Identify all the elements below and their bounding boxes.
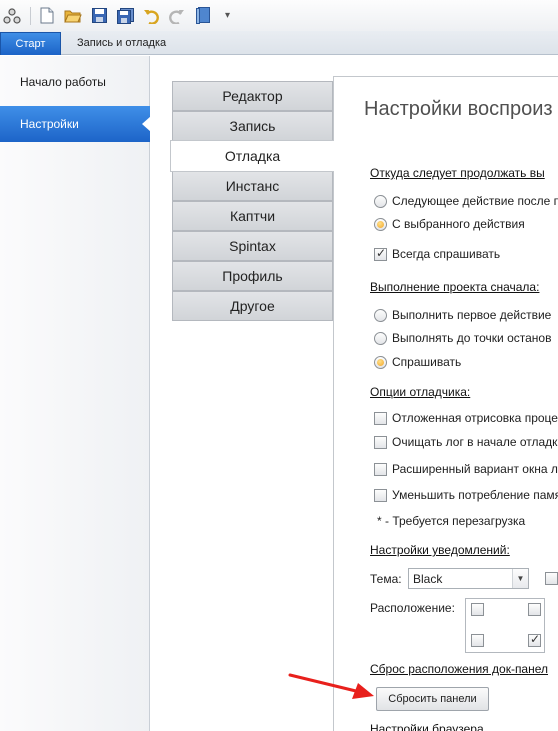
position-top-right-checkbox[interactable] [528, 603, 541, 616]
checkbox-always-ask[interactable]: Всегда спрашивать [374, 246, 500, 262]
save-icon[interactable] [89, 6, 109, 26]
checkbox[interactable] [374, 462, 387, 476]
sidebar-item-settings[interactable]: Настройки [0, 106, 151, 142]
sidebar-item-getting-started[interactable]: Начало работы [0, 64, 150, 100]
new-file-icon[interactable] [37, 6, 57, 26]
tab-start[interactable]: Старт [0, 32, 61, 55]
checkbox[interactable] [374, 246, 387, 261]
checkbox-label: Очищать лог в начале отладк [392, 435, 558, 449]
settings-panel: Настройки воспроиз Откуда следует продол… [333, 76, 558, 731]
radio-label: Выполнить первое действие [392, 308, 552, 322]
checkbox-clear-log[interactable]: Очищать лог в начале отладк [374, 434, 557, 450]
page-title: Настройки воспроиз [364, 98, 553, 120]
radio-button[interactable] [374, 308, 387, 322]
radio-button[interactable] [374, 355, 387, 369]
tab-instance[interactable]: Инстанс [172, 171, 333, 201]
network-icon[interactable] [2, 6, 22, 26]
checkbox-label: Всегда спрашивать [392, 247, 501, 261]
chevron-down-icon[interactable]: ▼ [512, 569, 528, 588]
save-all-icon[interactable] [115, 6, 135, 26]
reset-panels-button[interactable]: Сбросить панели [376, 687, 489, 711]
toolbar-separator [30, 6, 31, 25]
position-bottom-right-checkbox[interactable] [528, 632, 541, 647]
restart-section-heading: Выполнение проекта сначала: [370, 280, 540, 294]
tab-record-debug[interactable]: Запись и отладка [63, 32, 180, 55]
checkbox-deferred-render[interactable]: Отложенная отрисовка проце [374, 410, 558, 426]
checkbox-label: Уменьшить потребление памя [392, 488, 558, 502]
open-folder-icon[interactable] [63, 6, 83, 26]
notification-extra-checkbox[interactable] [545, 572, 558, 585]
radio-button[interactable] [374, 194, 387, 208]
theme-select[interactable]: Black ▼ [408, 568, 529, 589]
notification-position-grid [465, 598, 545, 653]
tab-recording[interactable]: Запись [172, 111, 333, 141]
checkbox-label: Расширенный вариант окна ло [392, 462, 558, 476]
checkbox[interactable] [374, 435, 387, 449]
redo-icon[interactable] [167, 6, 187, 26]
position-top-left-checkbox[interactable] [471, 603, 484, 616]
browser-section-heading: Настройки браузера [370, 722, 484, 731]
radio-ask[interactable]: Спрашивать [374, 354, 461, 370]
radio-label: С выбранного действия [392, 217, 525, 231]
tab-profile[interactable]: Профиль [172, 261, 333, 291]
reset-section-heading: Сброс расположения док-панел [370, 662, 549, 676]
radio-label: Следующее действие после п [392, 194, 558, 208]
radio-run-to-breakpoint[interactable]: Выполнять до точки останов [374, 330, 551, 346]
undo-icon[interactable] [141, 6, 161, 26]
debugger-section-heading: Опции отладчика: [370, 385, 471, 399]
checkbox[interactable] [374, 411, 387, 425]
position-bottom-left-checkbox[interactable] [471, 634, 484, 647]
theme-select-value: Black [413, 571, 443, 586]
sidebar: Начало работы Настройки [0, 56, 151, 731]
theme-label: Тема: [370, 572, 402, 586]
ribbon-tab-bar: Старт Запись и отладка [0, 31, 558, 55]
tab-other[interactable]: Другое [172, 291, 333, 321]
radio-button[interactable] [374, 217, 387, 231]
checkbox-extended-log[interactable]: Расширенный вариант окна ло [374, 461, 558, 477]
checkbox[interactable] [374, 488, 387, 502]
quick-access-toolbar: ▾ [0, 0, 558, 31]
radio-button[interactable] [374, 331, 387, 345]
continue-section-heading: Откуда следует продолжать вы [370, 166, 545, 180]
tab-debug[interactable]: Отладка [170, 140, 334, 172]
radio-run-first-action[interactable]: Выполнить первое действие [374, 307, 551, 323]
checkbox-label: Отложенная отрисовка проце [392, 411, 558, 425]
checkbox-reduce-memory[interactable]: Уменьшить потребление памя [374, 487, 558, 503]
notifications-section-heading: Настройки уведомлений: [370, 543, 510, 557]
book-icon[interactable] [193, 6, 213, 26]
radio-label: Выполнять до точки останов [392, 331, 552, 345]
tab-captcha[interactable]: Каптчи [172, 201, 333, 231]
radio-next-action[interactable]: Следующее действие после п [374, 193, 558, 209]
radio-selected-action[interactable]: С выбранного действия [374, 216, 525, 232]
customize-dropdown-icon[interactable]: ▾ [225, 10, 230, 21]
radio-label: Спрашивать [392, 355, 462, 369]
restart-note: * - Требуется перезагрузка [377, 514, 526, 528]
tab-spintax[interactable]: Spintax [172, 231, 333, 261]
position-label: Расположение: [370, 601, 455, 615]
tab-editor[interactable]: Редактор [172, 81, 333, 111]
